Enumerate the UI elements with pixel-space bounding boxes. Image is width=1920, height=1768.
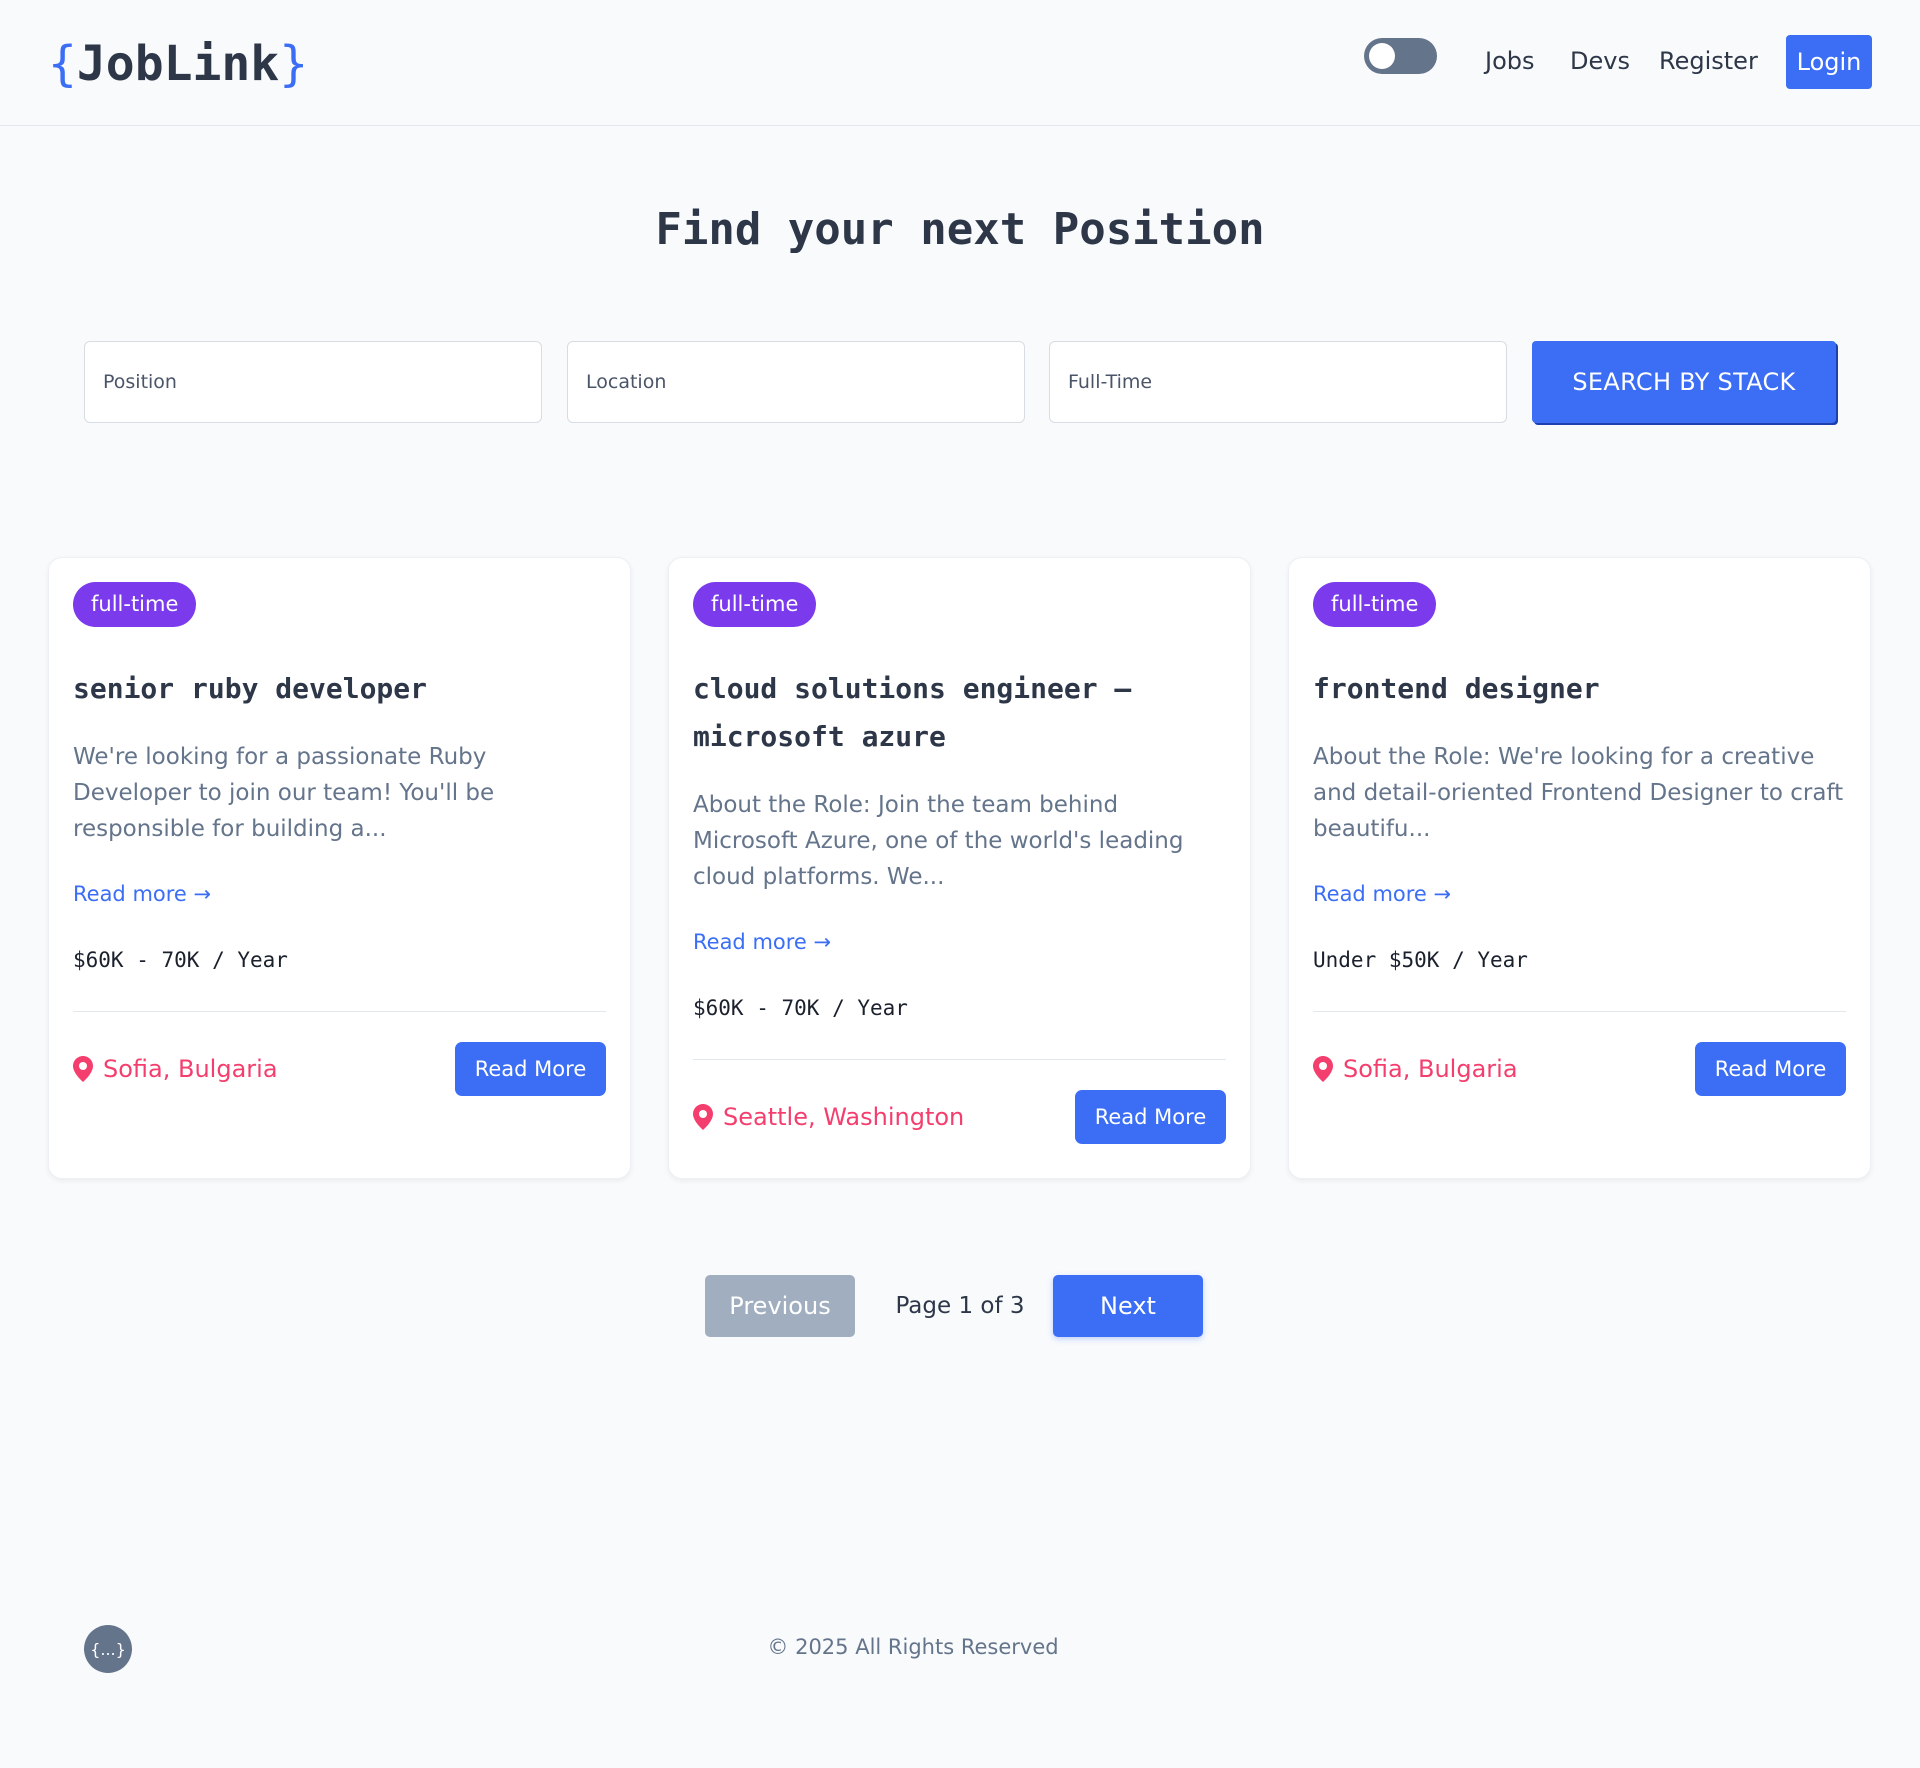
copyright: © 2025 All Rights Reserved — [767, 1635, 1059, 1659]
location-input[interactable] — [567, 341, 1025, 423]
nav-devs[interactable]: Devs — [1570, 44, 1630, 78]
map-pin-icon — [73, 1056, 93, 1082]
job-description: About the Role: Join the team behind Mic… — [693, 792, 1184, 890]
job-type-badge: full-time — [1313, 582, 1437, 627]
next-button[interactable]: Next — [1053, 1275, 1203, 1337]
search-by-stack-button[interactable]: SEARCH BY STACK — [1532, 341, 1836, 423]
read-more-button[interactable]: Read More — [455, 1042, 606, 1096]
job-title: frontend designer — [1313, 672, 1600, 705]
logo[interactable]: {JobLink} — [48, 34, 308, 94]
position-input[interactable] — [84, 341, 542, 423]
location-text: Sofia, Bulgaria — [1343, 1055, 1518, 1083]
divider — [1313, 1011, 1846, 1012]
map-pin-icon — [693, 1104, 713, 1130]
read-more-link[interactable]: Read more → — [693, 927, 831, 957]
job-type-badge: full-time — [693, 582, 817, 627]
nav-register[interactable]: Register — [1659, 44, 1758, 78]
job-location: Sofia, Bulgaria — [1313, 1055, 1518, 1083]
job-card: full-time senior ruby developer We're lo… — [48, 557, 631, 1179]
login-button[interactable]: Login — [1786, 35, 1872, 89]
job-type-input[interactable] — [1049, 341, 1507, 423]
logo-open-brace: { — [48, 36, 77, 92]
job-description: We're looking for a passionate Ruby Deve… — [73, 744, 495, 842]
map-pin-icon — [1313, 1056, 1333, 1082]
card-footer: Sofia, Bulgaria Read More — [73, 1042, 606, 1096]
logo-close-brace: } — [279, 36, 309, 92]
read-more-button[interactable]: Read More — [1695, 1042, 1846, 1096]
job-type-badge: full-time — [73, 582, 197, 627]
logo-text: JobLink — [76, 36, 280, 92]
read-more-button[interactable]: Read More — [1075, 1090, 1226, 1144]
nav-jobs[interactable]: Jobs — [1485, 44, 1535, 78]
divider — [693, 1059, 1226, 1060]
salary: $60K - 70K / Year — [693, 996, 908, 1020]
theme-toggle[interactable] — [1364, 38, 1437, 74]
read-more-link[interactable]: Read more → — [1313, 879, 1451, 909]
salary: Under $50K / Year — [1313, 948, 1528, 972]
read-more-link[interactable]: Read more → — [73, 879, 211, 909]
job-location: Sofia, Bulgaria — [73, 1055, 278, 1083]
job-title: cloud solutions engineer – microsoft azu… — [693, 672, 1132, 753]
job-location: Seattle, Washington — [693, 1103, 964, 1131]
job-title: senior ruby developer — [73, 672, 428, 705]
salary: $60K - 70K / Year — [73, 948, 288, 972]
page-indicator: Page 1 of 3 — [895, 1293, 1025, 1319]
location-text: Seattle, Washington — [723, 1103, 965, 1131]
job-card: full-time frontend designer About the Ro… — [1288, 557, 1871, 1179]
card-footer: Seattle, Washington Read More — [693, 1090, 1226, 1144]
previous-button[interactable]: Previous — [705, 1275, 855, 1337]
location-text: Sofia, Bulgaria — [103, 1055, 278, 1083]
toggle-knob — [1369, 43, 1395, 69]
site-header: {JobLink} Jobs Devs Register Login — [0, 0, 1920, 126]
job-card: full-time cloud solutions engineer – mic… — [668, 557, 1251, 1179]
card-footer: Sofia, Bulgaria Read More — [1313, 1042, 1846, 1096]
divider — [73, 1011, 606, 1012]
page-title: Find your next Position — [655, 204, 1265, 255]
job-description: About the Role: We're looking for a crea… — [1313, 744, 1844, 842]
